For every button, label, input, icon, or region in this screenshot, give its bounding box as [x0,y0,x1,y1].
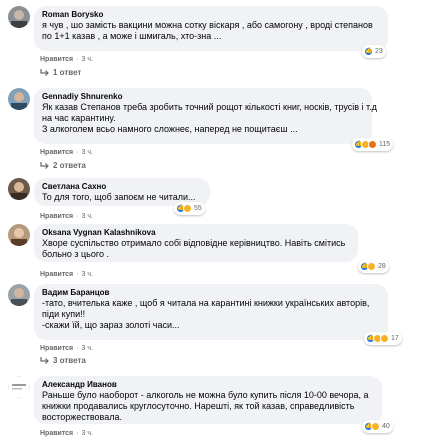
like-link[interactable]: Нравится [40,149,73,156]
avatar[interactable] [8,224,30,246]
reply-arrow-icon [40,357,49,364]
comment-text: больно з цього . [42,249,109,259]
reply-arrow-icon [40,69,49,76]
comment-author[interactable]: Oksana Vygnan Kalashnikova [42,228,350,238]
comment-actions: Нравится · 3 ч. [40,56,93,63]
reactions-summary[interactable]: 👍 23 [362,45,386,58]
comment-actions: Нравится · 3 ч. [40,271,93,278]
comment-text: Як казав Степанов треба зробить точний р… [42,102,377,112]
comment-actions: Нравится · 3 ч. [40,149,93,156]
reaction-count: 23 [375,48,383,55]
avatar[interactable] [8,376,30,398]
comment-actions: Нравится · 3 ч. [40,430,93,437]
reactions-summary[interactable]: 👍 28 [358,260,389,273]
comment-text: книжки продавались круглосуточно. Нарешт… [42,401,355,411]
avatar[interactable] [8,88,30,110]
comment-author[interactable]: Александр Иванов [42,380,374,390]
view-replies-link[interactable]: 3 ответа [40,356,86,365]
comment-text: восторжествовала. [42,412,122,422]
sad-reaction-icon [368,140,377,149]
reactions-summary[interactable]: 👍 115 [352,138,394,151]
comment-time[interactable]: 3 ч. [82,149,93,156]
reply-count-label: 1 ответ [53,68,82,77]
sad-reaction-icon [380,334,389,343]
like-reaction-icon: 👍 [364,47,373,56]
reaction-count: 28 [378,263,386,270]
comment-text: на час карантину. [42,113,116,123]
comment-actions: Нравится · 3 ч. [40,345,93,352]
comment-text: Раньше було наоборот - алкоголь не можна… [42,390,369,400]
comment-author[interactable]: Roman Borysko [42,10,380,20]
comment-text: З алкоголем всьо намного сложнеє, напере… [42,124,298,134]
reaction-count: 115 [379,141,391,148]
reactions-summary[interactable]: 👍 55 [174,202,205,215]
reaction-count: 55 [194,205,202,212]
comment-bubble: Roman Borysko я чув , шо замість вакцини… [34,6,388,51]
reply-arrow-icon [40,162,49,169]
reply-count-label: 2 ответа [53,161,86,170]
reaction-count: 40 [382,423,390,430]
comment-actions: Нравится · 3 ч. [40,213,93,220]
comment-text: по 1+1 казав , а може і шмигаль, хто-зна… [42,31,222,41]
comment-author[interactable]: Gennadiy Shnurenko [42,92,364,102]
haha-reaction-icon [371,422,380,431]
reactions-summary[interactable]: 👍 17 [364,332,402,345]
comment-bubble: Александр Иванов Раньше було наоборот - … [34,376,382,424]
reply-count-label: 3 ответа [53,356,86,365]
like-link[interactable]: Нравится [40,345,73,352]
comment-author[interactable]: Вадим Баранцов [42,288,380,298]
avatar[interactable] [8,6,30,28]
view-replies-link[interactable]: 2 ответа [40,161,86,170]
avatar[interactable] [8,284,30,306]
haha-reaction-icon [367,262,376,271]
comment-text: Хворе суспільство отримало собі відповід… [42,238,346,248]
reaction-count: 17 [391,335,399,342]
comment-time[interactable]: 3 ч. [82,56,93,63]
haha-reaction-icon [183,204,192,213]
comment-time[interactable]: 3 ч. [82,430,93,437]
like-link[interactable]: Нравится [40,213,73,220]
comment-time[interactable]: 3 ч. [82,271,93,278]
comment-time[interactable]: 3 ч. [82,213,93,220]
reactions-summary[interactable]: 👍 40 [362,420,393,433]
comment-text: я чув , шо замість вакцини можна сотку в… [42,20,373,30]
comment-author[interactable]: Светлана Сахно [42,182,202,192]
comment-bubble: Gennadiy Shnurenko Як казав Степанов тре… [34,88,377,144]
comment-bubble: Oksana Vygnan Kalashnikova Хворе суспіль… [34,224,358,262]
comment-text: -тато, вчителька каже , щоб я читала на … [42,298,370,308]
like-link[interactable]: Нравится [40,56,73,63]
comment-bubble: Вадим Баранцов -тато, вчителька каже , щ… [34,284,388,340]
like-link[interactable]: Нравится [40,271,73,278]
comment-text: піди купи!! [42,309,86,319]
view-replies-link[interactable]: 1 ответ [40,68,81,77]
comment-time[interactable]: 3 ч. [82,345,93,352]
like-link[interactable]: Нравится [40,430,73,437]
comment-text: -скажи їй, що зараз золоті часи... [42,320,180,330]
avatar[interactable] [8,178,30,200]
